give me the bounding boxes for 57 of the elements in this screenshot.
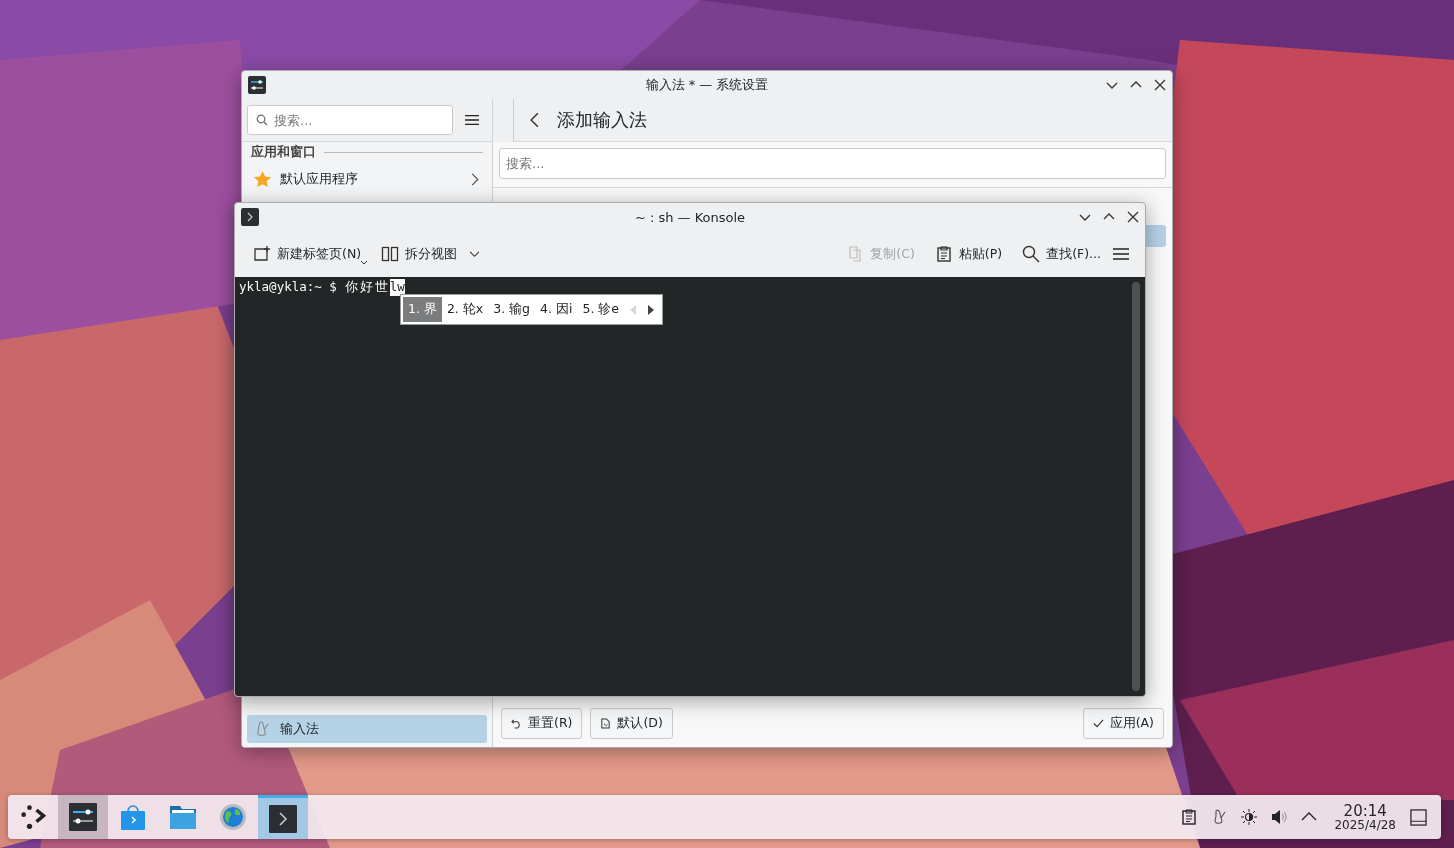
preedit-text: lw — [389, 279, 405, 296]
settings-app-icon — [248, 76, 266, 94]
undo-icon — [511, 718, 522, 729]
toolbar-button[interactable]: 粘贴(P) — [926, 239, 1011, 269]
folder-icon — [169, 803, 197, 831]
window-title: ~ : sh — Konsole — [634, 209, 746, 225]
taskbar-app[interactable] — [58, 795, 108, 839]
sidebar-item[interactable]: 输入法 — [247, 715, 487, 743]
globe-icon — [219, 803, 247, 831]
dialog-button[interactable]: 应用(A) — [1082, 708, 1164, 739]
dialog-button[interactable]: 重置(R) — [501, 708, 583, 739]
show-desktop-icon[interactable] — [1410, 808, 1427, 826]
menu-icon[interactable] — [465, 113, 479, 127]
new-tab-icon — [253, 245, 271, 263]
back-icon[interactable] — [530, 112, 539, 128]
close-icon[interactable] — [1127, 211, 1139, 223]
launcher-icon — [19, 803, 47, 831]
candidate-item[interactable]: 2. 轮x — [441, 297, 489, 322]
dialog-button[interactable]: 默认(D) — [590, 708, 673, 739]
next-page-icon[interactable] — [648, 304, 655, 315]
taskbar-app[interactable] — [258, 795, 308, 839]
toolbar-button[interactable]: 查找(F)... — [1014, 239, 1109, 269]
close-icon[interactable] — [1154, 79, 1166, 91]
candidate-item[interactable]: 5. 轸e — [577, 297, 625, 322]
terminal-text: 你好世 — [344, 279, 390, 296]
scrollbar[interactable] — [1132, 282, 1140, 691]
toolbar-button[interactable]: 拆分视图 — [373, 239, 489, 269]
search-field[interactable]: 搜索... — [499, 148, 1166, 179]
window-title: 输入法 * — 系统设置 — [645, 76, 769, 94]
candidate-item[interactable]: 4. 因i — [535, 297, 578, 322]
candidate-item[interactable]: 3. 输g — [488, 297, 536, 322]
sidebar-item[interactable]: 默认应用程序 — [247, 165, 487, 193]
clipboard-icon[interactable] — [1181, 809, 1198, 825]
split-view-icon — [381, 245, 400, 263]
shopping-bag-icon — [119, 803, 147, 831]
terminal-app-icon — [241, 208, 259, 226]
penguin-icon[interactable] — [1211, 809, 1228, 825]
brightness-icon[interactable] — [1241, 809, 1258, 825]
clock[interactable]: 20:14 2025/4/28 — [1334, 803, 1396, 831]
section-heading: 应用和窗口 — [251, 144, 316, 161]
candidate-item[interactable]: 1. 界 — [403, 297, 442, 322]
volume-icon[interactable] — [1271, 809, 1288, 825]
star-icon — [253, 169, 272, 189]
search-field[interactable]: 搜索... — [247, 105, 453, 135]
toolbar-button[interactable]: 新建标签页(N) — [245, 239, 370, 269]
terminal-app-icon — [269, 804, 297, 833]
search-icon — [1022, 245, 1041, 263]
settings-app-icon — [69, 803, 97, 831]
checkmark-icon — [1092, 718, 1104, 729]
page-title: 添加输入法 — [557, 108, 647, 132]
clipboard-icon — [934, 245, 953, 263]
search-icon — [256, 114, 268, 126]
clock-date: 2025/4/28 — [1334, 818, 1396, 831]
menu-icon[interactable] — [1113, 247, 1129, 261]
shell-prompt: ykla@ykla:~ $ — [239, 279, 337, 296]
clock-time: 20:14 — [1343, 803, 1387, 819]
document-icon — [600, 718, 612, 729]
